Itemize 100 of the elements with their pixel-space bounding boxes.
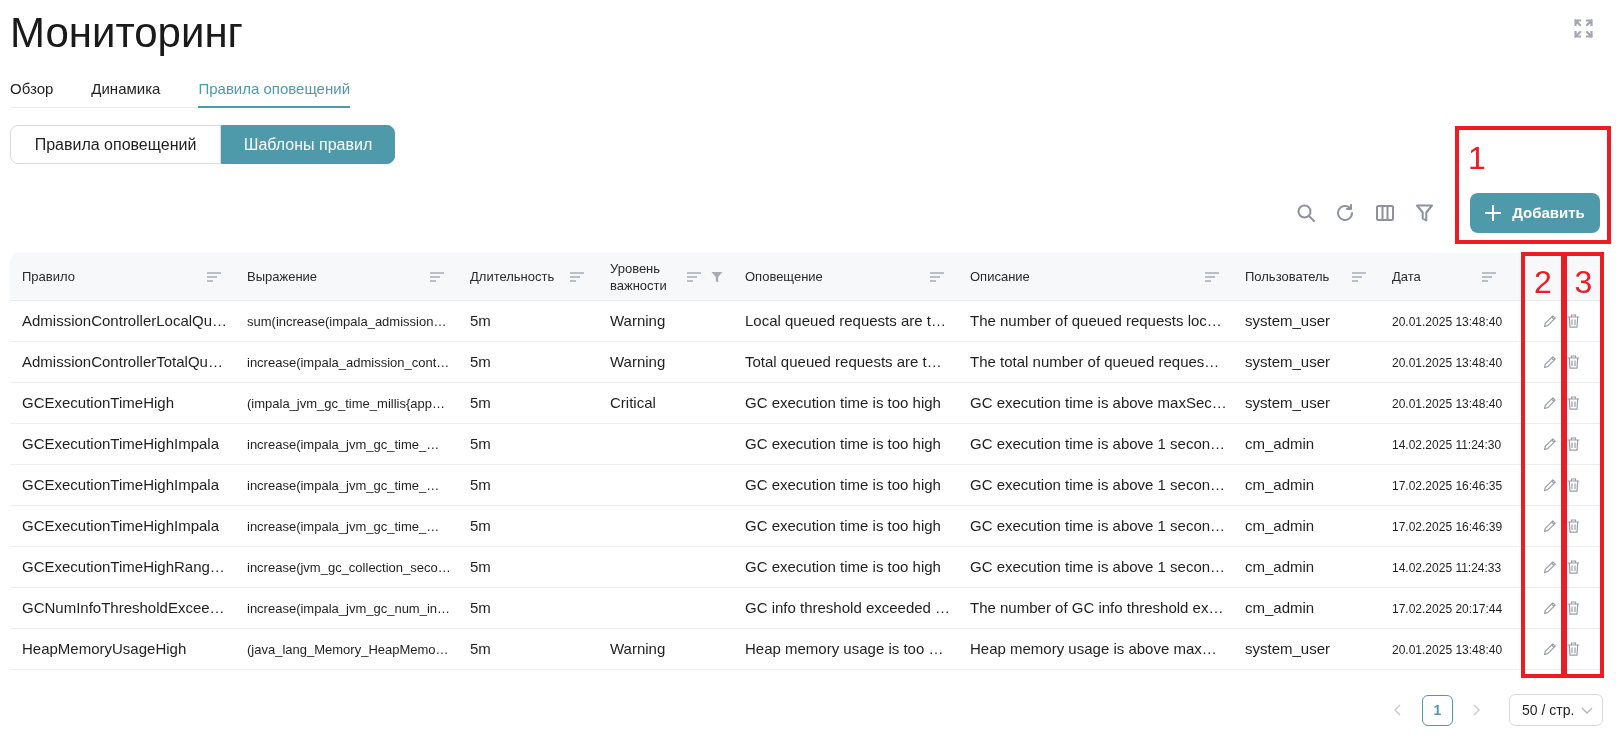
date-text: 20.01.2025 13:48:40 [1392,315,1503,329]
date-text: 17.02.2025 16:46:39 [1392,520,1503,534]
pencil-icon[interactable] [1543,642,1557,656]
user-name: cm_admin [1245,558,1315,575]
rule-name: GCExecutionTimeHigh [22,394,174,411]
rule-name: AdmissionControllerLocalQu… [22,312,228,329]
expression-text: increase(impala_jvm_gc_time_… [247,519,440,534]
severity-text: Warning [610,312,666,329]
date-text: 14.02.2025 11:24:33 [1392,561,1502,575]
sort-icon[interactable] [570,271,584,282]
sort-icon[interactable] [1482,271,1496,282]
duration-text: 5m [470,476,491,493]
user-name: system_user [1245,353,1331,370]
user-name: system_user [1245,312,1331,329]
page-size-select[interactable]: 50 / стр. [1509,694,1603,726]
column-title: Описание [970,268,1030,285]
sort-icon[interactable] [207,271,221,282]
description-text: The number of queued requests loc… [970,312,1222,329]
trash-icon[interactable] [1567,642,1580,656]
annotation-number: 2 [1534,266,1552,298]
description-text: The total number of queued reques… [970,353,1220,370]
alert-text: Local queued requests are t… [745,312,946,329]
duration-text: 5m [470,640,491,657]
trash-icon[interactable] [1567,519,1580,533]
description-text: GC execution time is above maxSec… [970,394,1227,411]
trash-icon[interactable] [1567,601,1580,615]
column-title: Длительность [470,268,555,285]
filter-icon[interactable] [1416,204,1433,222]
duration-text: 5m [470,394,491,411]
trash-icon[interactable] [1567,314,1580,328]
rule-name: HeapMemoryUsageHigh [22,640,187,657]
column-title: Дата [1392,268,1421,285]
user-name: cm_admin [1245,435,1315,452]
column-title: Пользователь [1245,268,1330,285]
sort-icon[interactable] [1205,271,1219,282]
description-text: GC execution time is above 1 secon… [970,435,1226,452]
refresh-icon[interactable] [1336,204,1354,222]
duration-text: 5m [470,517,491,534]
sort-icon[interactable] [1352,271,1366,282]
expression-text: increase(impala_jvm_gc_num_in… [247,601,451,616]
pencil-icon[interactable] [1543,314,1557,328]
trash-icon[interactable] [1567,560,1580,574]
rule-name: GCExecutionTimeHighImpala [22,435,220,452]
user-name: system_user [1245,640,1331,657]
trash-icon[interactable] [1567,396,1580,410]
severity-text: Warning [610,353,666,370]
expression-text: increase(impala_admission_cont… [247,355,450,370]
date-text: 17.02.2025 20:17:44 [1392,602,1503,616]
tab[interactable]: Динамика [91,72,161,108]
trash-icon[interactable] [1567,355,1580,369]
rule-name: GCExecutionTimeHighImpala [22,517,220,534]
alert-text: GC execution time is too high [745,517,941,534]
columns-icon[interactable] [1376,205,1394,221]
sort-icon[interactable] [430,271,444,282]
sort-icon[interactable] [687,271,701,282]
description-text: The number of GC info threshold ex… [970,599,1224,616]
pencil-icon[interactable] [1543,355,1557,369]
column-title: Правило [22,268,75,285]
alert-text: Heap memory usage is too … [745,640,944,657]
duration-text: 5m [470,312,491,329]
annotation-number: 1 [1468,140,1486,176]
rule-name: GCNumInfoThresholdExcee… [22,599,225,616]
pencil-icon[interactable] [1543,396,1557,410]
column-title: Выражение [247,268,318,285]
search-icon[interactable] [1297,204,1315,222]
pencil-icon[interactable] [1543,437,1557,451]
filter-icon[interactable] [711,270,723,283]
sort-icon[interactable] [930,271,944,282]
duration-text: 5m [470,353,491,370]
alert-text: GC execution time is too high [745,435,941,452]
tab[interactable]: Обзор [10,72,54,108]
annotation-number: 3 [1574,266,1593,298]
alert-text: GC execution time is too high [745,476,941,493]
pencil-icon[interactable] [1543,601,1557,615]
pencil-icon[interactable] [1543,519,1557,533]
description-text: Heap memory usage is above max… [970,640,1217,657]
alert-text: GC execution time is too high [745,558,941,575]
severity-text: Warning [610,640,666,657]
alert-text: Total queued requests are t… [745,353,942,370]
fullscreen-icon[interactable] [1574,19,1593,38]
expression-text: (java_lang_Memory_HeapMemo… [247,642,449,657]
column-title: Оповещение [745,268,823,285]
user-name: cm_admin [1245,517,1315,534]
expression-text: increase(impala_jvm_gc_time_… [247,437,440,452]
user-name: system_user [1245,394,1331,411]
pencil-icon[interactable] [1543,560,1557,574]
expression-text: increase(jvm_gc_collection_seco… [247,560,451,575]
column-title: Уровень важности [610,259,668,294]
chevron-down-icon [1581,706,1593,714]
alert-text: GC execution time is too high [745,394,941,411]
trash-icon[interactable] [1567,478,1580,492]
description-text: GC execution time is above 1 secon… [970,476,1226,493]
rule-name: AdmissionControllerTotalQu… [22,353,223,370]
date-text: 20.01.2025 13:48:40 [1392,397,1503,411]
plus-icon [1485,205,1502,221]
pencil-icon[interactable] [1543,478,1557,492]
trash-icon[interactable] [1567,437,1580,451]
segment-tab[interactable]: Правила оповещений [10,125,221,164]
description-text: GC execution time is above 1 secon… [970,558,1226,575]
alert-text: GC info threshold exceeded … [745,599,951,616]
